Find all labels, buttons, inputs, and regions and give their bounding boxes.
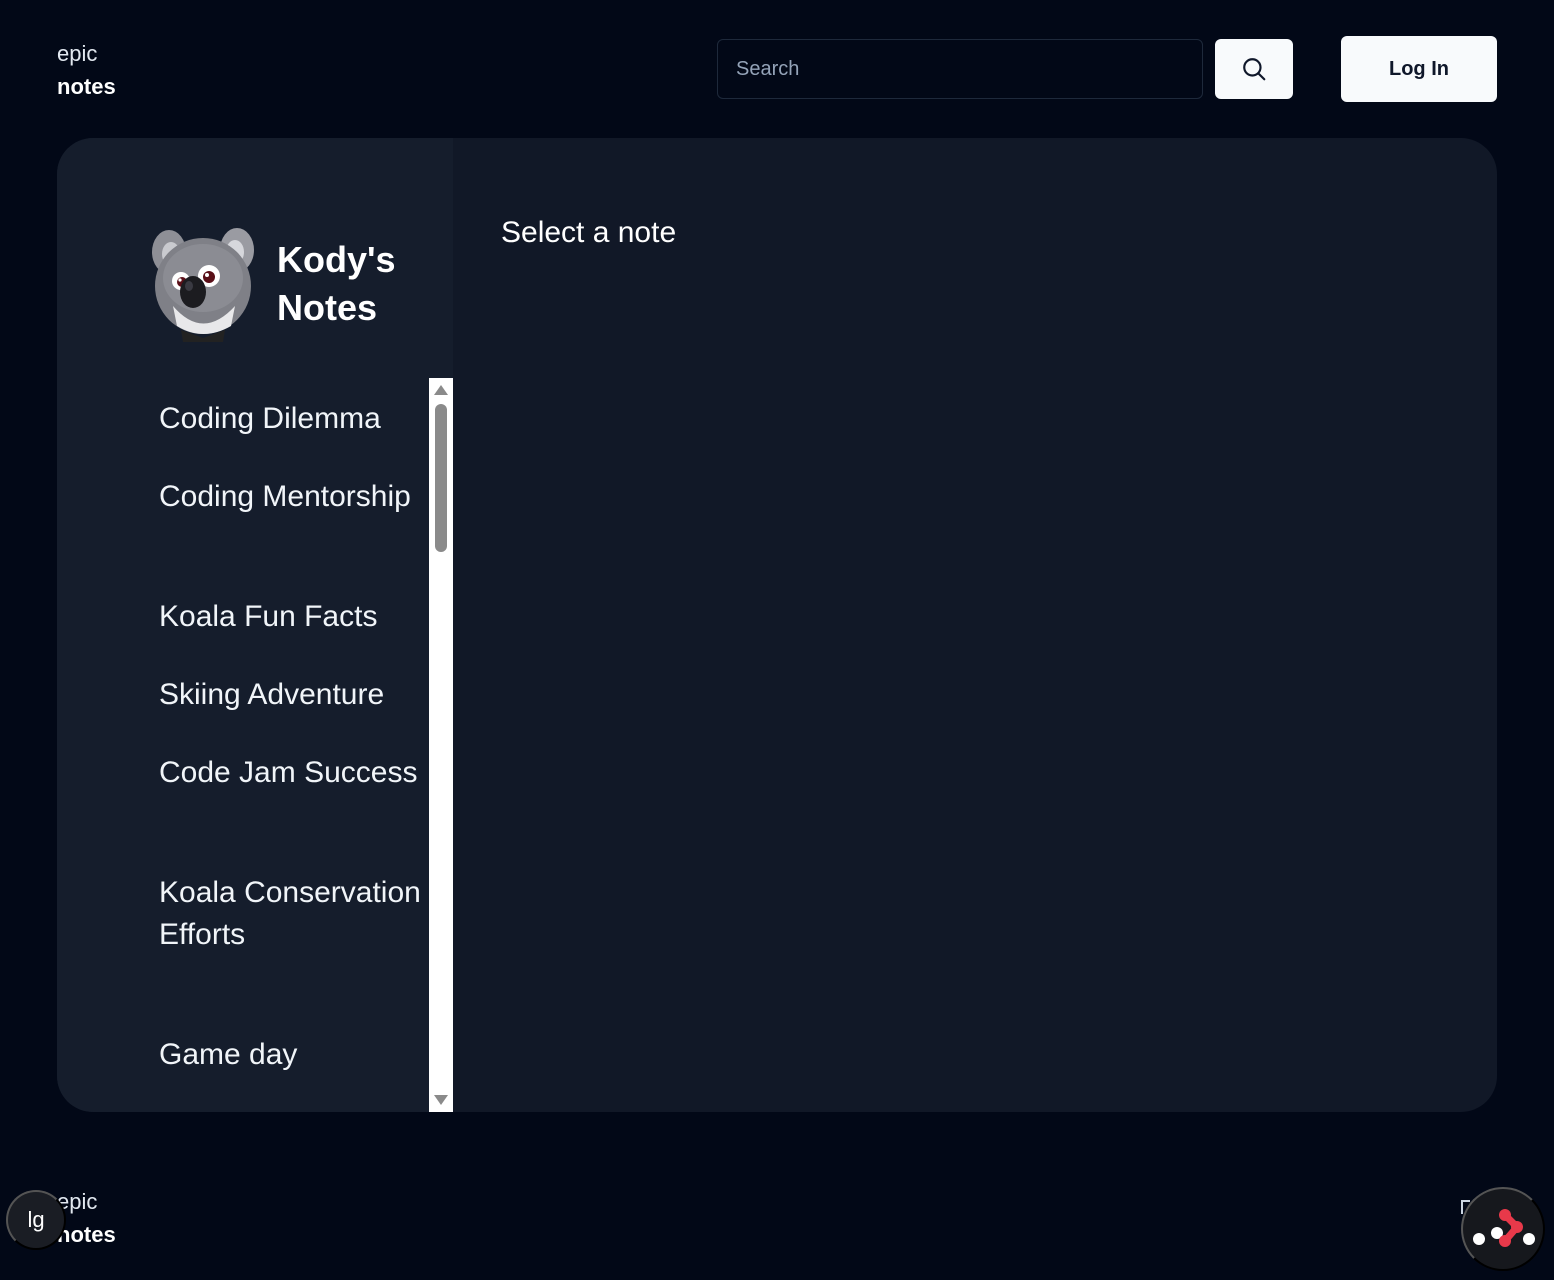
koala-avatar	[152, 228, 254, 342]
scroll-down-arrow-icon[interactable]	[434, 1095, 448, 1105]
note-link[interactable]: Koala Fun Facts	[159, 596, 429, 638]
owner-name: Kody's Notes	[277, 239, 396, 328]
scroll-thumb[interactable]	[435, 404, 447, 552]
footer-logo-line1: epic	[57, 1189, 98, 1214]
note-link[interactable]: Coding Mentorship	[159, 476, 429, 518]
search-button[interactable]	[1215, 39, 1293, 99]
notes-sidebar: Kody's Notes Coding Dilemma Coding Mento…	[57, 138, 453, 1112]
devtools-button[interactable]	[1461, 1187, 1545, 1271]
logo-line1: epic	[57, 41, 98, 66]
note-list[interactable]: Coding Dilemma Coding Mentorship Koala F…	[57, 378, 429, 1110]
notes-panel: Kody's Notes Coding Dilemma Coding Mento…	[57, 138, 1497, 1112]
note-list-scrollbar[interactable]	[429, 378, 453, 1112]
note-link[interactable]: Game day	[159, 1034, 429, 1076]
note-link[interactable]: Koala Conservation Efforts	[159, 872, 429, 956]
remix-devtools-icon	[1473, 1209, 1535, 1247]
select-note-message: Select a note	[501, 216, 677, 249]
search-input[interactable]	[717, 39, 1203, 99]
login-button[interactable]: Log In	[1341, 36, 1497, 102]
note-link[interactable]: Code Jam Success	[159, 752, 429, 794]
logo[interactable]: epic notes	[57, 37, 116, 103]
theme-switch-button[interactable]: lg	[6, 1190, 66, 1250]
logo-line2: notes	[57, 74, 116, 99]
note-link[interactable]: Coding Dilemma	[159, 398, 429, 440]
search-icon	[1243, 58, 1266, 81]
owner-link[interactable]: Kody's Notes	[151, 226, 407, 342]
scroll-up-arrow-icon[interactable]	[434, 385, 448, 395]
note-link[interactable]: Skiing Adventure	[159, 674, 429, 716]
